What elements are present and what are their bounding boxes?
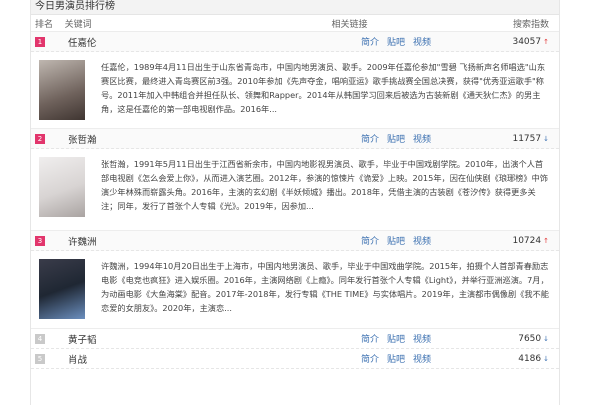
- search-index: 10724 ↑: [512, 236, 549, 246]
- rank-badge: 1: [35, 36, 45, 47]
- trend-up-icon: ↑: [543, 236, 549, 245]
- related-links: 简介 贴吧 视频: [361, 234, 431, 247]
- related-links: 简介 贴吧 视频: [361, 35, 431, 48]
- search-index: 4186 ↓: [518, 354, 549, 364]
- link-tieba[interactable]: 贴吧: [387, 132, 405, 145]
- header-index: 搜索指数: [513, 19, 550, 30]
- link-video[interactable]: 视频: [413, 234, 431, 247]
- index-value: 11757: [512, 133, 542, 144]
- link-tieba[interactable]: 贴吧: [387, 332, 405, 345]
- detail-panel: 许魏洲，1994年10月20日出生于上海市，中国内地男演员、歌手，毕业于中国戏曲…: [31, 251, 559, 329]
- detail-panel: 任嘉伦，1989年4月11日出生于山东省青岛市，中国内地男演员、歌手。2009年…: [31, 52, 559, 129]
- rank-badge: 2: [35, 133, 45, 144]
- index-value: 4186: [518, 353, 542, 364]
- detail-text: 任嘉伦，1989年4月11日出生于山东省青岛市，中国内地男演员、歌手。2009年…: [101, 62, 546, 114]
- related-links: 简介 贴吧 视频: [361, 332, 431, 345]
- table-header: 排名 关键词 相关链接 搜索指数: [31, 15, 559, 32]
- table-row[interactable]: 3 许魏洲 简介 贴吧 视频 10724 ↑: [31, 231, 559, 251]
- link-video[interactable]: 视频: [413, 132, 431, 145]
- index-value: 34057: [512, 36, 542, 47]
- link-tieba[interactable]: 贴吧: [387, 234, 405, 247]
- search-index: 11757 ↓: [512, 134, 549, 144]
- trend-up-icon: ↑: [543, 37, 549, 46]
- detail-text: 张哲瀚，1991年5月11日出生于江西省新余市，中国内地影视男演员、歌手，毕业于…: [101, 159, 548, 211]
- related-links: 简介 贴吧 视频: [361, 132, 431, 145]
- keyword-link[interactable]: 张哲瀚: [68, 132, 97, 146]
- header-keyword: 关键词: [64, 19, 92, 30]
- table-row[interactable]: 1 任嘉伦 简介 贴吧 视频 34057 ↑: [31, 32, 559, 52]
- table-row[interactable]: 4 黄子韬 简介 贴吧 视频 7650 ↓: [31, 329, 559, 349]
- table-row[interactable]: 5 肖战 简介 贴吧 视频 4186 ↓: [31, 349, 559, 369]
- table-row[interactable]: 2 张哲瀚 简介 贴吧 视频 11757 ↓: [31, 129, 559, 149]
- index-value: 7650: [518, 333, 542, 344]
- avatar-photo[interactable]: [39, 157, 85, 217]
- board-title: 今日男演员排行榜: [31, 0, 559, 15]
- trend-down-icon: ↓: [543, 334, 549, 343]
- link-intro[interactable]: 简介: [361, 132, 379, 145]
- rank-badge: 4: [35, 333, 45, 344]
- avatar-photo[interactable]: [39, 259, 85, 319]
- link-intro[interactable]: 简介: [361, 332, 379, 345]
- trend-down-icon: ↓: [543, 134, 549, 143]
- rank-badge: 5: [35, 353, 45, 364]
- index-value: 10724: [512, 235, 542, 246]
- search-index: 7650 ↓: [518, 334, 549, 344]
- header-rank: 排名: [35, 19, 54, 30]
- link-tieba[interactable]: 贴吧: [387, 35, 405, 48]
- related-links: 简介 贴吧 视频: [361, 352, 431, 365]
- keyword-link[interactable]: 肖战: [68, 352, 87, 366]
- link-intro[interactable]: 简介: [361, 352, 379, 365]
- header-links: 相关链接: [331, 19, 368, 30]
- detail-text: 许魏洲，1994年10月20日出生于上海市，中国内地男演员、歌手，毕业于中国戏曲…: [101, 261, 549, 313]
- avatar-photo[interactable]: [39, 60, 85, 120]
- link-intro[interactable]: 简介: [361, 35, 379, 48]
- keyword-link[interactable]: 黄子韬: [68, 332, 97, 346]
- link-video[interactable]: 视频: [413, 35, 431, 48]
- keyword-link[interactable]: 任嘉伦: [68, 35, 97, 49]
- link-intro[interactable]: 简介: [361, 234, 379, 247]
- keyword-link[interactable]: 许魏洲: [68, 234, 97, 248]
- link-video[interactable]: 视频: [413, 332, 431, 345]
- link-tieba[interactable]: 贴吧: [387, 352, 405, 365]
- rank-badge: 3: [35, 235, 45, 246]
- ranking-board: 今日男演员排行榜 排名 关键词 相关链接 搜索指数 1 任嘉伦 简介 贴吧 视频…: [30, 0, 560, 405]
- detail-panel: 张哲瀚，1991年5月11日出生于江西省新余市，中国内地影视男演员、歌手，毕业于…: [31, 149, 559, 231]
- trend-down-icon: ↓: [543, 354, 549, 363]
- link-video[interactable]: 视频: [413, 352, 431, 365]
- search-index: 34057 ↑: [512, 37, 549, 47]
